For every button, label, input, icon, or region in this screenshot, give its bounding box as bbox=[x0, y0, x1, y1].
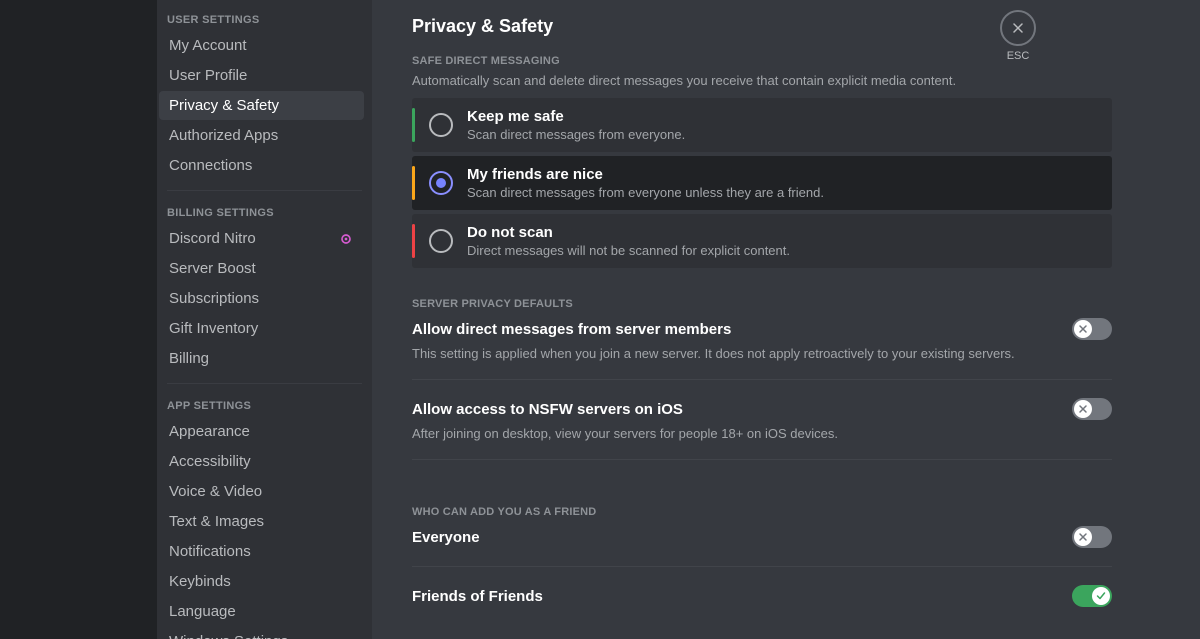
toggle-switch[interactable] bbox=[1072, 318, 1112, 340]
sidebar-item[interactable]: Appearance bbox=[159, 417, 364, 446]
x-icon bbox=[1074, 400, 1092, 418]
sidebar-item-label: Language bbox=[169, 603, 236, 620]
safe-dm-option[interactable]: Do not scan Direct messages will not be s… bbox=[412, 214, 1112, 268]
sidebar-item[interactable]: Windows Settings bbox=[159, 627, 364, 639]
sidebar-item[interactable]: Language bbox=[159, 597, 364, 626]
sidebar-item-label: Server Boost bbox=[169, 260, 256, 277]
option-color-bar bbox=[412, 108, 415, 142]
setting-divider bbox=[412, 459, 1112, 460]
x-icon bbox=[1074, 528, 1092, 546]
sidebar-item[interactable]: My Account bbox=[159, 31, 364, 60]
option-title: Do not scan bbox=[467, 224, 790, 241]
sidebar-item[interactable]: Authorized Apps bbox=[159, 121, 364, 150]
sidebar-item[interactable]: Discord Nitro bbox=[159, 224, 364, 253]
option-title: My friends are nice bbox=[467, 166, 824, 183]
option-subtitle: Direct messages will not be scanned for … bbox=[467, 243, 790, 258]
sidebar-item-label: Connections bbox=[169, 157, 252, 174]
sidebar-item-label: Appearance bbox=[169, 423, 250, 440]
close-label: ESC bbox=[1007, 50, 1030, 62]
sidebar-item-label: Voice & Video bbox=[169, 483, 262, 500]
sidebar-item[interactable]: Accessibility bbox=[159, 447, 364, 476]
sidebar-item-label: User Profile bbox=[169, 67, 247, 84]
setting-title: Allow direct messages from server member… bbox=[412, 321, 731, 338]
sidebar-item-label: Accessibility bbox=[169, 453, 251, 470]
sidebar-item[interactable]: Text & Images bbox=[159, 507, 364, 536]
setting-row: Allow access to NSFW servers on iOS bbox=[412, 398, 1112, 420]
option-color-bar bbox=[412, 224, 415, 258]
toggle-switch[interactable] bbox=[1072, 526, 1112, 548]
radio-icon bbox=[429, 229, 453, 253]
toggle-switch[interactable] bbox=[1072, 585, 1112, 607]
option-subtitle: Scan direct messages from everyone. bbox=[467, 127, 685, 142]
settings-sidebar: USER SETTINGS My Account User Profile Priva… bbox=[157, 0, 372, 639]
sidebar-item-label: Windows Settings bbox=[169, 633, 288, 639]
close-button[interactable]: ESC bbox=[1000, 10, 1036, 62]
toggle-switch[interactable] bbox=[1072, 398, 1112, 420]
sidebar-section-header: BILLING SETTINGS bbox=[157, 201, 372, 223]
sidebar-item-label: Discord Nitro bbox=[169, 230, 256, 247]
sidebar-item[interactable]: Gift Inventory bbox=[159, 314, 364, 343]
sidebar-item-label: My Account bbox=[169, 37, 247, 54]
setting-title: Allow access to NSFW servers on iOS bbox=[412, 401, 683, 418]
nitro-icon bbox=[338, 231, 354, 247]
sidebar-item[interactable]: User Profile bbox=[159, 61, 364, 90]
close-icon bbox=[1000, 10, 1036, 46]
sidebar-item[interactable]: Billing bbox=[159, 344, 364, 373]
setting-desc: After joining on desktop, view your serv… bbox=[412, 426, 1112, 441]
safe-dm-option[interactable]: Keep me safe Scan direct messages from ev… bbox=[412, 98, 1112, 152]
sidebar-divider bbox=[167, 383, 362, 384]
radio-icon bbox=[429, 171, 453, 195]
setting-title: Friends of Friends bbox=[412, 588, 543, 605]
safe-dm-radio-group: Keep me safe Scan direct messages from ev… bbox=[412, 98, 1112, 268]
setting-divider bbox=[412, 566, 1112, 567]
setting-row: Everyone bbox=[412, 526, 1112, 548]
left-gutter bbox=[0, 0, 157, 639]
setting-row: Friends of Friends bbox=[412, 585, 1112, 607]
sidebar-section-header: APP SETTINGS bbox=[157, 394, 372, 416]
check-icon bbox=[1092, 587, 1110, 605]
safe-dm-option[interactable]: My friends are nice Scan direct messages … bbox=[412, 156, 1112, 210]
server-privacy-group: Allow direct messages from server member… bbox=[412, 318, 1112, 460]
sidebar-item[interactable]: Notifications bbox=[159, 537, 364, 566]
friend-add-header: WHO CAN ADD YOU AS A FRIEND bbox=[412, 506, 1112, 518]
sidebar-item[interactable]: Voice & Video bbox=[159, 477, 364, 506]
safe-dm-desc: Automatically scan and delete direct mes… bbox=[412, 73, 1112, 88]
setting-row: Allow direct messages from server member… bbox=[412, 318, 1112, 340]
sidebar-item-label: Text & Images bbox=[169, 513, 264, 530]
sidebar-item[interactable]: Privacy & Safety bbox=[159, 91, 364, 120]
sidebar-item-label: Privacy & Safety bbox=[169, 97, 279, 114]
server-privacy-header: SERVER PRIVACY DEFAULTS bbox=[412, 298, 1112, 310]
sidebar-item[interactable]: Server Boost bbox=[159, 254, 364, 283]
sidebar-item-label: Keybinds bbox=[169, 573, 231, 590]
sidebar-item[interactable]: Connections bbox=[159, 151, 364, 180]
sidebar-section-header: USER SETTINGS bbox=[157, 8, 372, 30]
main-panel: ESC Privacy & Safety SAFE DIRECT MESSAGI… bbox=[372, 0, 1200, 639]
setting-divider bbox=[412, 379, 1112, 380]
sidebar-item[interactable]: Keybinds bbox=[159, 567, 364, 596]
sidebar-item[interactable]: Subscriptions bbox=[159, 284, 364, 313]
sidebar-item-label: Gift Inventory bbox=[169, 320, 258, 337]
option-title: Keep me safe bbox=[467, 108, 685, 125]
radio-icon bbox=[429, 113, 453, 137]
sidebar-divider bbox=[167, 190, 362, 191]
setting-title: Everyone bbox=[412, 529, 480, 546]
sidebar-item-label: Subscriptions bbox=[169, 290, 259, 307]
option-subtitle: Scan direct messages from everyone unles… bbox=[467, 185, 824, 200]
sidebar-item-label: Authorized Apps bbox=[169, 127, 278, 144]
option-color-bar bbox=[412, 166, 415, 200]
sidebar-item-label: Billing bbox=[169, 350, 209, 367]
sidebar-item-label: Notifications bbox=[169, 543, 251, 560]
friend-add-group: Everyone Friends of Friends bbox=[412, 526, 1112, 607]
x-icon bbox=[1074, 320, 1092, 338]
setting-desc: This setting is applied when you join a … bbox=[412, 346, 1112, 361]
